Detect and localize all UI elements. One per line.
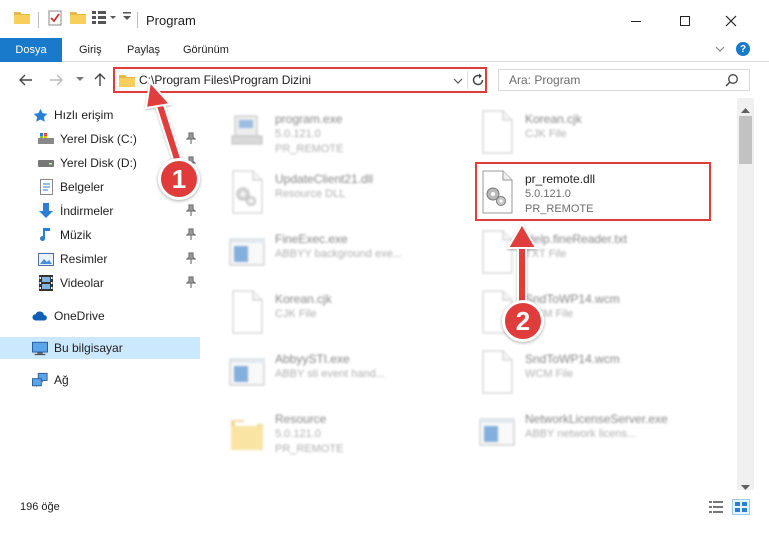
step-1-badge: 1 [158, 158, 200, 200]
step-2-badge: 2 [502, 300, 544, 342]
annotation-arrows [144, 79, 538, 302]
